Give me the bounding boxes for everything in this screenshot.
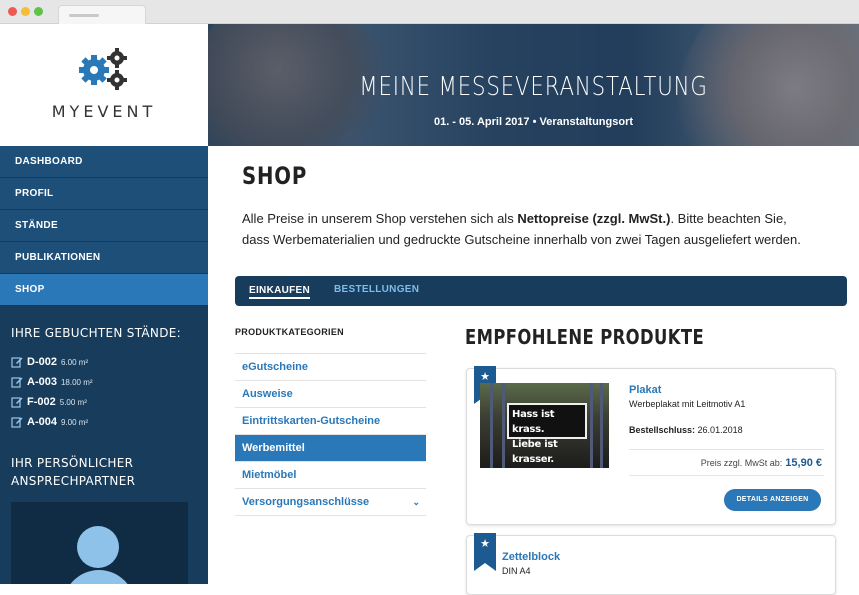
divider xyxy=(629,475,824,476)
edit-icon xyxy=(11,397,23,408)
stand-id: F-002 xyxy=(27,396,56,408)
intro-bold: Nettopreise (zzgl. MwSt.) xyxy=(517,211,671,226)
contact-title-line1: IHR PERSÖNLICHER xyxy=(11,456,134,470)
user-avatar-icon xyxy=(77,526,119,568)
contact-avatar xyxy=(11,502,188,584)
category-werbemittel[interactable]: Werbemittel xyxy=(235,435,426,462)
category-mietmoebel[interactable]: Mietmöbel xyxy=(235,462,426,489)
product-description: Werbeplakat mit Leitmotiv A1 xyxy=(629,399,746,409)
poster-sign: Hass ist krass. Liebe ist krasser. xyxy=(507,403,587,465)
stand-size: 6.00 m² xyxy=(60,357,89,367)
product-deadline: Bestellschluss: 26.01.2018 xyxy=(629,425,743,435)
stand-size: 9.00 m² xyxy=(60,417,89,427)
maximize-window-icon[interactable] xyxy=(34,7,43,16)
logo[interactable]: MYEVENT xyxy=(0,24,208,146)
chevron-down-icon[interactable]: ⌄ xyxy=(412,489,420,515)
featured-products-heading: EMPFOHLENE PRODUKTE xyxy=(465,325,705,349)
nav-item-dashboard[interactable]: DASHBOARD xyxy=(0,146,208,178)
category-label: Ausweise xyxy=(242,388,293,400)
stand-item[interactable]: D-002 6.00 m² xyxy=(11,352,201,372)
product-price: Preis zzgl. MwSt ab: 15,90 € xyxy=(701,457,822,469)
nav-item-staende[interactable]: STÄNDE xyxy=(0,210,208,242)
nav-item-profil[interactable]: PROFIL xyxy=(0,178,208,210)
stand-size: 18.00 m² xyxy=(60,377,93,387)
poster-line1: Hass ist krass. xyxy=(512,409,555,435)
stand-list: D-002 6.00 m² A-003 18.00 m² F-002 5.00 … xyxy=(11,352,201,432)
browser-tab[interactable] xyxy=(58,5,146,24)
stand-id: D-002 xyxy=(27,356,57,368)
brand-name: MYEVENT xyxy=(51,102,157,121)
nav-item-publikationen[interactable]: PUBLIKATIONEN xyxy=(0,242,208,274)
close-window-icon[interactable] xyxy=(8,7,17,16)
event-banner: MEINE MESSEVERANSTALTUNG 01. - 05. April… xyxy=(208,24,859,146)
stand-item[interactable]: A-004 9.00 m² xyxy=(11,412,201,432)
product-name-link[interactable]: Zettelblock xyxy=(502,551,560,563)
star-icon: ★ xyxy=(480,538,490,550)
poster-line2: Liebe ist krasser. xyxy=(512,439,558,465)
main-nav: DASHBOARD PROFIL STÄNDE PUBLIKATIONEN SH… xyxy=(0,146,208,306)
category-label: Eintrittskarten-Gutscheine xyxy=(242,415,381,427)
tab-placeholder xyxy=(69,14,99,17)
categories-title: PRODUKTKATEGORIEN xyxy=(235,327,344,337)
price-label: Preis zzgl. MwSt ab: xyxy=(700,458,783,468)
divider xyxy=(629,449,824,450)
star-icon: ★ xyxy=(480,371,490,383)
category-eintrittskarten[interactable]: Eintrittskarten-Gutscheine xyxy=(235,408,426,435)
contact-title: IHR PERSÖNLICHER ANSPRECHPARTNER xyxy=(11,454,135,490)
category-ausweise[interactable]: Ausweise xyxy=(235,381,426,408)
event-subtitle: 01. - 05. April 2017 • Veranstaltungsort xyxy=(433,116,634,128)
category-egutscheine[interactable]: eGutscheine xyxy=(235,354,426,381)
edit-icon xyxy=(11,417,23,428)
show-details-button[interactable]: DETAILS ANZEIGEN xyxy=(724,489,821,511)
fence-post xyxy=(600,383,603,468)
stand-id: A-003 xyxy=(27,376,57,388)
stands-title: IHRE GEBUCHTEN STÄNDE: xyxy=(11,326,181,340)
product-image[interactable]: Hass ist krass. Liebe ist krasser. xyxy=(480,383,609,468)
gears-icon xyxy=(79,48,127,90)
featured-ribbon: ★ xyxy=(474,533,496,571)
category-versorgung[interactable]: Versorgungsanschlüsse ⌄ xyxy=(235,489,426,516)
category-label: Versorgungsanschlüsse xyxy=(242,496,370,508)
category-label: eGutscheine xyxy=(242,361,309,373)
category-label: Werbemittel xyxy=(242,442,305,454)
page-title: SHOP xyxy=(242,162,308,190)
nav-item-shop[interactable]: SHOP xyxy=(0,274,208,306)
shop-tabs: EINKAUFEN BESTELLUNGEN xyxy=(235,276,847,306)
product-name-link[interactable]: Plakat xyxy=(629,384,661,396)
stand-item[interactable]: A-003 18.00 m² xyxy=(11,372,201,392)
category-list: eGutscheine Ausweise Eintrittskarten-Gut… xyxy=(235,353,426,516)
minimize-window-icon[interactable] xyxy=(21,7,30,16)
deadline-value: 26.01.2018 xyxy=(697,425,743,435)
browser-chrome xyxy=(0,0,859,24)
product-card: ★ Zettelblock DIN A4 xyxy=(466,533,836,595)
app-window: MYEVENT DASHBOARD PROFIL STÄNDE PUBLIKAT… xyxy=(0,0,859,595)
fence-post xyxy=(502,383,505,468)
tab-einkaufen[interactable]: EINKAUFEN xyxy=(249,276,311,299)
user-avatar-body xyxy=(63,570,135,584)
edit-icon xyxy=(11,377,23,388)
product-description: DIN A4 xyxy=(502,566,531,576)
stand-item[interactable]: F-002 5.00 m² xyxy=(11,392,201,412)
fence-post xyxy=(490,383,493,468)
edit-icon xyxy=(11,357,23,368)
product-card: ★ Hass ist krass. Liebe ist krasser. Pla… xyxy=(466,366,836,525)
category-label: Mietmöbel xyxy=(242,469,297,481)
stand-size: 5.00 m² xyxy=(59,397,87,407)
fence-post xyxy=(590,383,593,468)
intro-part1: Alle Preise in unserem Shop verstehen si… xyxy=(242,211,518,226)
contact-title-line2: ANSPRECHPARTNER xyxy=(11,474,136,488)
deadline-label: Bestellschluss: xyxy=(629,425,696,435)
sidebar: MYEVENT DASHBOARD PROFIL STÄNDE PUBLIKAT… xyxy=(0,24,208,584)
tab-bestellungen[interactable]: BESTELLUNGEN xyxy=(334,276,419,306)
price-value: 15,90 € xyxy=(785,457,822,469)
stand-id: A-004 xyxy=(27,416,57,428)
intro-text: Alle Preise in unserem Shop verstehen si… xyxy=(242,208,802,250)
event-title: MEINE MESSEVERANSTALTUNG xyxy=(359,72,708,102)
